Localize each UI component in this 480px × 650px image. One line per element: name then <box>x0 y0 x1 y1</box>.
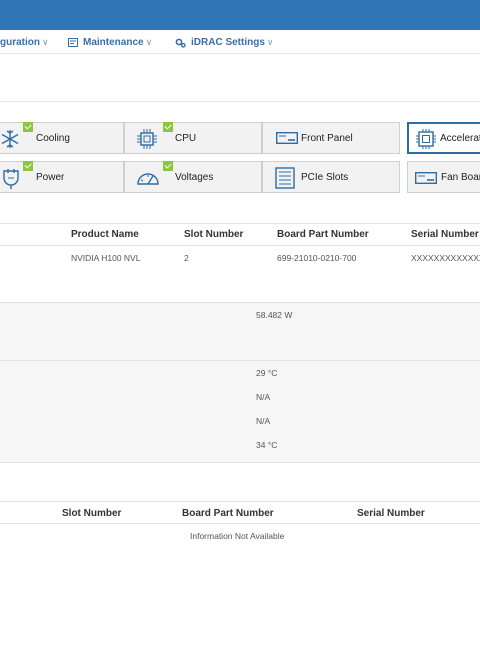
main-menu: guration ∨ Maintenance ∨ iDRAC Settings … <box>0 30 480 54</box>
cell-slot-number: 2 <box>184 253 189 263</box>
cell-board-part-number: 699-21010-0210-700 <box>277 253 357 263</box>
gauge-icon <box>137 173 159 185</box>
tile-front-panel-label: Front Panel <box>301 133 353 144</box>
chevron-down-icon: ∨ <box>145 37 153 47</box>
pcie-slot-icon <box>275 167 295 189</box>
tile-accelerators-label: Accelerat <box>440 133 480 144</box>
temperature-section <box>0 361 480 462</box>
tile-fan-board[interactable]: Fan Boar <box>407 161 480 193</box>
tile-cpu-label: CPU <box>175 133 197 144</box>
menu-idrac-settings[interactable]: iDRAC Settings ∨ <box>175 37 274 48</box>
status-ok-icon <box>163 161 173 171</box>
col-header-slot-number[interactable]: Slot Number <box>184 229 243 240</box>
tile-cooling-label: Cooling <box>36 133 70 144</box>
row-divider <box>0 302 480 303</box>
power-section <box>0 302 480 360</box>
tile-accelerators[interactable]: Accelerat <box>407 122 480 154</box>
tile-pcie-slots[interactable]: PCIe Slots <box>262 161 400 193</box>
divider <box>0 101 480 102</box>
status-ok-icon <box>23 122 33 132</box>
settings-gear-icon <box>175 38 186 48</box>
cpu-icon <box>137 129 157 149</box>
accelerator-chip-icon <box>416 129 436 149</box>
temperature-reading-2: N/A <box>256 392 271 402</box>
tile-power[interactable]: Power <box>0 161 124 193</box>
menu-idrac-settings-label: iDRAC Settings <box>191 37 265 48</box>
tile-cooling[interactable]: Cooling <box>0 122 124 154</box>
tile-cpu[interactable]: CPU <box>124 122 262 154</box>
col-header-product-name[interactable]: Product Name <box>71 229 139 240</box>
fan-icon <box>1 130 19 148</box>
fan-board-icon <box>415 172 437 184</box>
tile-pcie-slots-label: PCIe Slots <box>301 172 349 183</box>
menu-configuration-label: guration <box>0 37 40 48</box>
cell-serial-number: XXXXXXXXXXXXX <box>411 253 480 263</box>
table2-col-header-serial-number[interactable]: Serial Number <box>357 508 425 519</box>
temperature-reading-3: N/A <box>256 416 271 426</box>
col-header-board-part-number[interactable]: Board Part Number <box>277 229 369 240</box>
temperature-reading-4: 34 °C <box>256 440 278 450</box>
table2-col-header-board-part-number[interactable]: Board Part Number <box>182 508 274 519</box>
table-header-top-border <box>0 223 480 224</box>
menu-maintenance[interactable]: Maintenance ∨ <box>68 37 152 48</box>
table-header-bottom-border <box>0 245 480 246</box>
status-ok-icon <box>163 122 173 132</box>
status-ok-icon <box>23 161 33 171</box>
row-divider <box>0 360 480 361</box>
table2-header-top-border <box>0 501 480 502</box>
menu-configuration[interactable]: guration ∨ <box>0 37 49 48</box>
chevron-down-icon: ∨ <box>266 37 274 47</box>
tile-front-panel[interactable]: Front Panel <box>262 122 400 154</box>
power-reading: 58.482 W <box>256 310 293 320</box>
col-header-serial-number[interactable]: Serial Number <box>411 229 479 240</box>
menu-maintenance-label: Maintenance <box>83 37 144 48</box>
chevron-down-icon: ∨ <box>42 37 49 47</box>
top-banner <box>0 0 480 30</box>
tile-power-label: Power <box>36 172 65 183</box>
maintenance-icon <box>68 38 78 47</box>
front-panel-icon <box>276 132 298 144</box>
tile-voltages[interactable]: Voltages <box>124 161 262 193</box>
cell-product-name: NVIDIA H100 NVL <box>71 253 141 263</box>
empty-table-message: Information Not Available <box>190 531 285 541</box>
table2-col-header-slot-number[interactable]: Slot Number <box>62 508 121 519</box>
tile-voltages-label: Voltages <box>175 172 214 183</box>
table2-header-bottom-border <box>0 523 480 524</box>
tile-fan-board-label: Fan Boar <box>441 172 480 183</box>
power-plug-icon <box>3 169 19 189</box>
table-bottom-border <box>0 462 480 463</box>
temperature-reading-1: 29 °C <box>256 368 278 378</box>
